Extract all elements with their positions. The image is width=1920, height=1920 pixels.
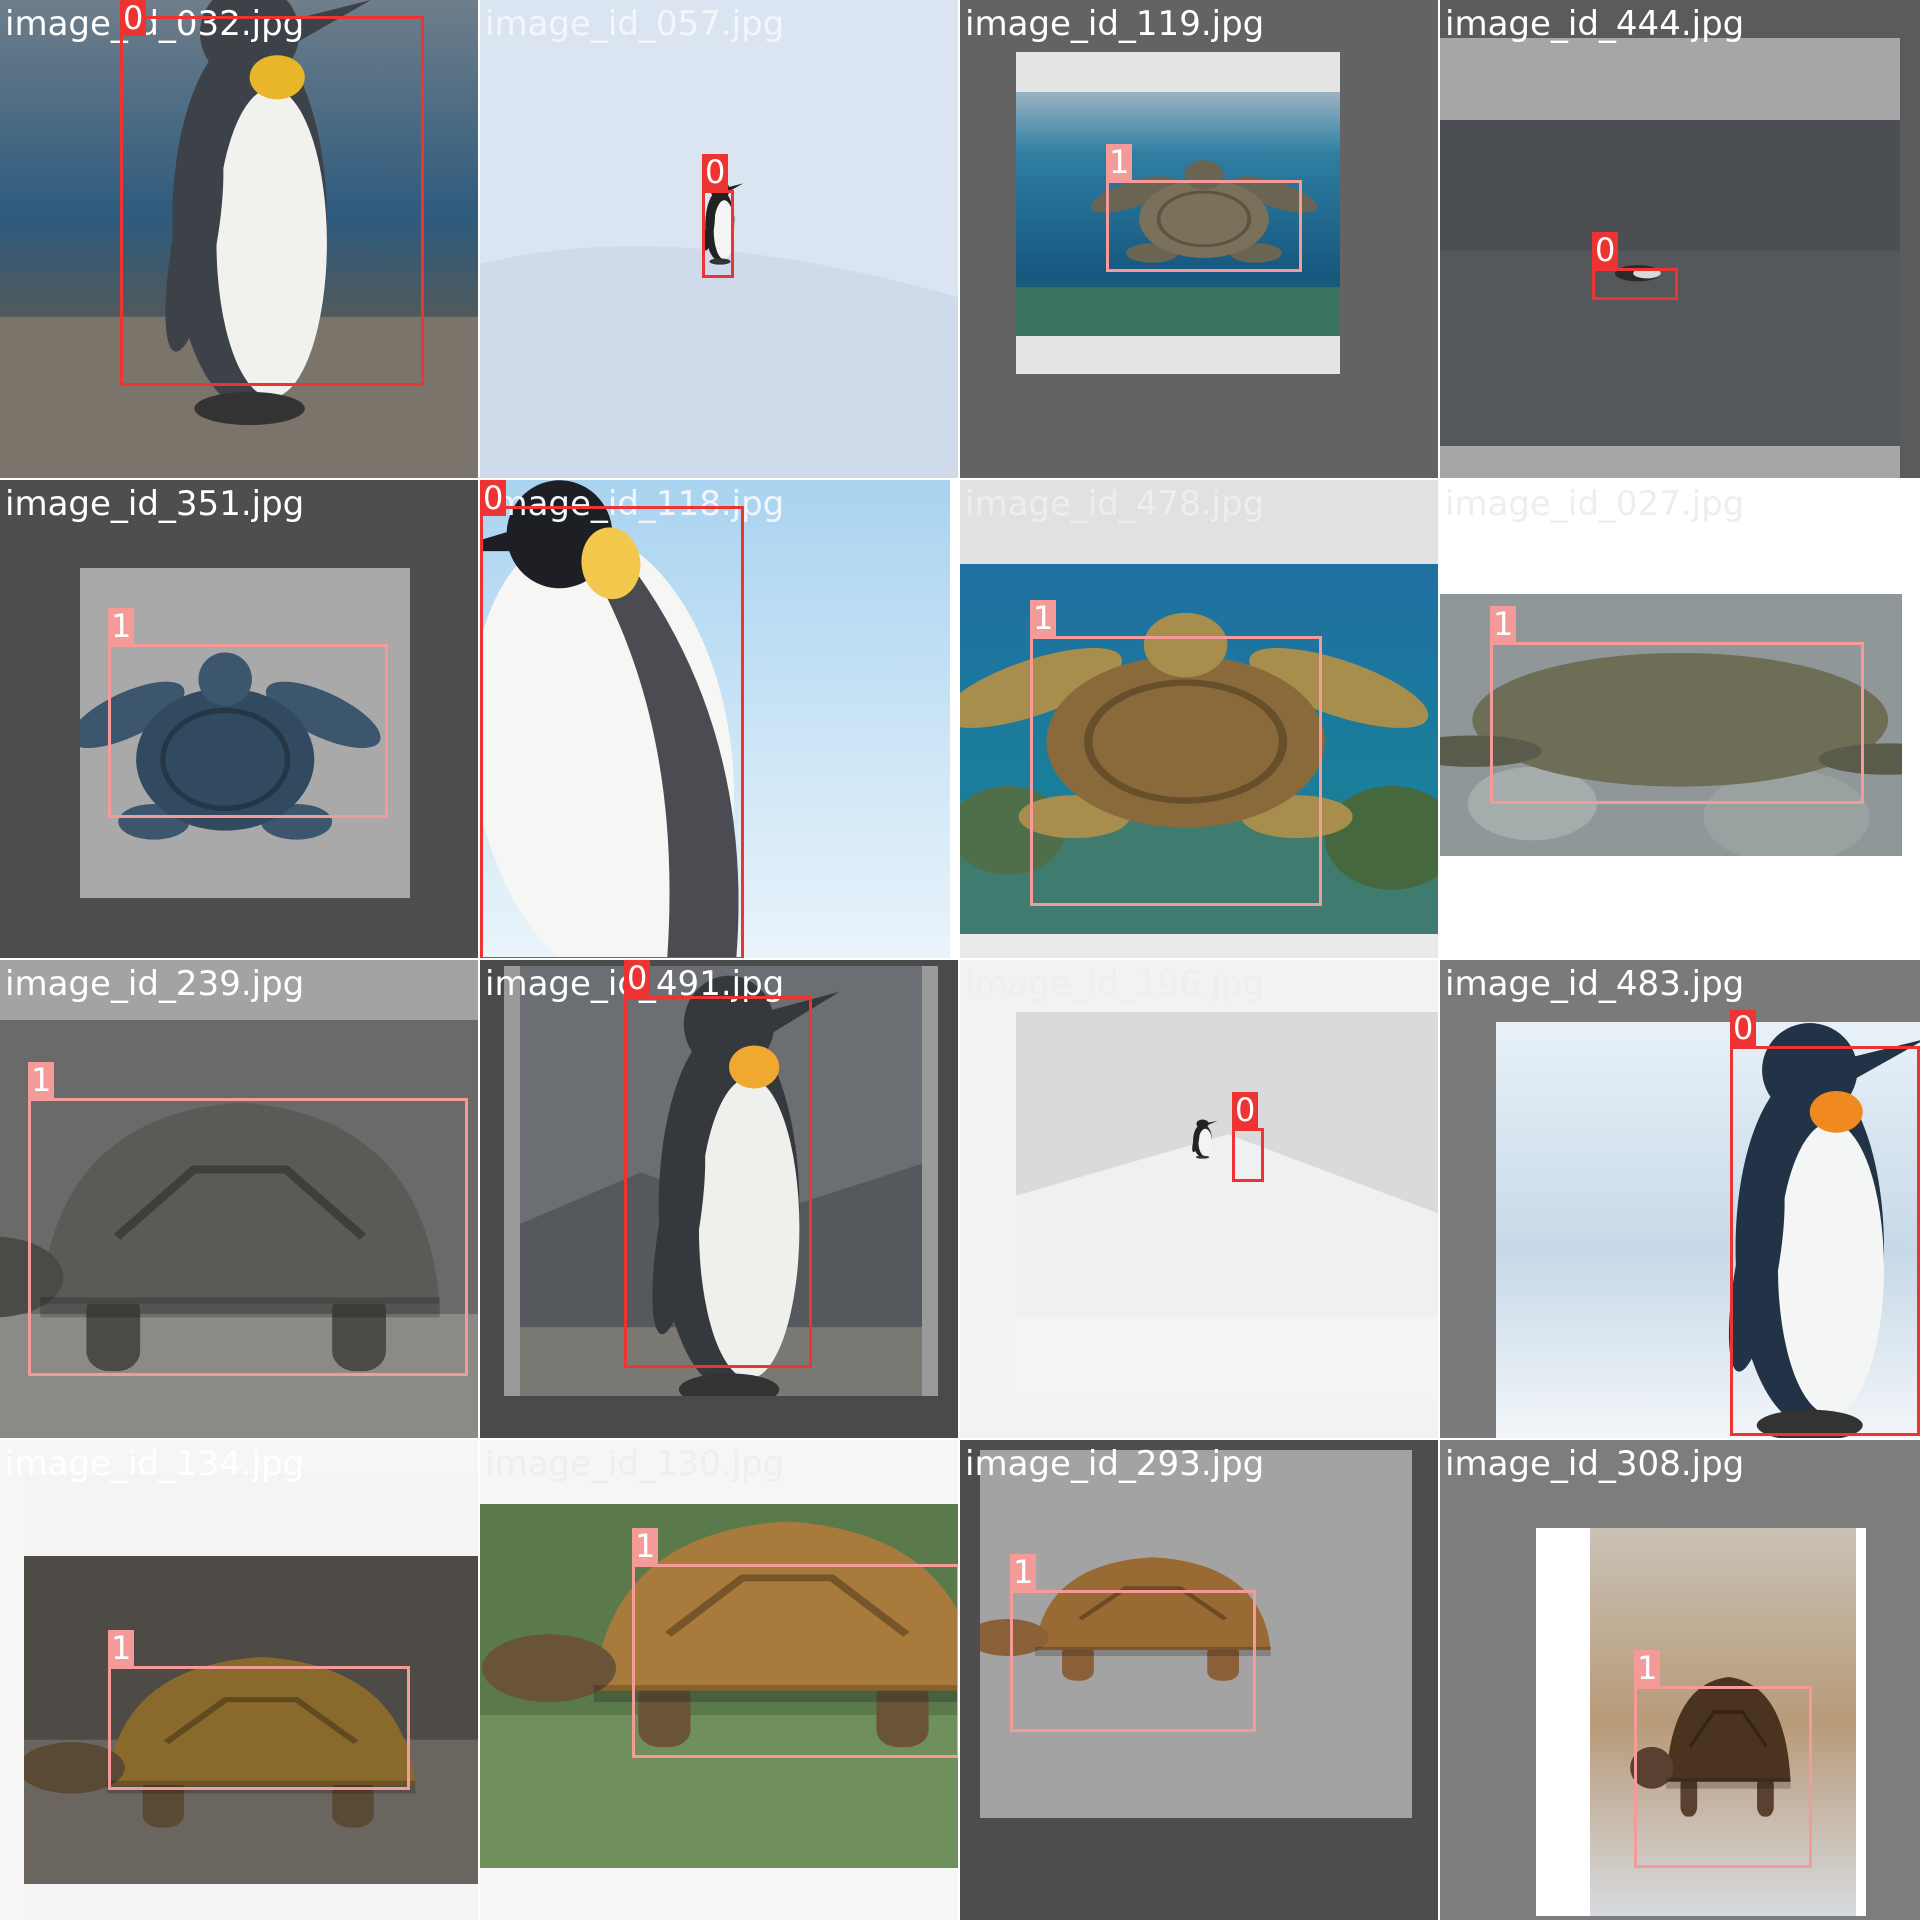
mosaic-tile: image_id_057.jpg 0 — [480, 0, 960, 480]
mosaic-tile: image_id_483.jpg 0 — [1440, 960, 1920, 1440]
detection-box-class-0 — [120, 16, 424, 386]
mosaic-tile: image_id_351.jpg 1 — [0, 480, 480, 960]
detection-class-label: 0 — [480, 480, 507, 516]
detection-box-class-0 — [1730, 1046, 1920, 1436]
detection-box-class-1 — [1010, 1590, 1256, 1732]
detection-box-class-0 — [624, 996, 812, 1368]
image-filename: image_id_483.jpg — [1445, 964, 1745, 1004]
mosaic-tile: image_id_196.jpg 0 — [960, 960, 1440, 1440]
mosaic-tile: image_id_134.jpg 1 — [0, 1440, 480, 1920]
mosaic-tile: image_id_027.jpg 1 — [1440, 480, 1920, 960]
mosaic-grid: image_id_032.jpg 0 image_id_057.jpg 0 image_… — [0, 0, 1920, 1920]
detection-box-class-1 — [28, 1098, 468, 1376]
detection-box-class-0 — [1592, 268, 1678, 300]
photo-penguin-snow-ridge — [1016, 1012, 1438, 1318]
detection-class-label: 1 — [1010, 1554, 1037, 1590]
image-filename: image_id_239.jpg — [5, 964, 305, 1004]
mosaic-tile: image_id_119.jpg 1 — [960, 0, 1440, 480]
mosaic-tile: image_id_308.jpg 1 — [1440, 1440, 1920, 1920]
letterbox-padding — [1440, 38, 1900, 120]
image-filename: image_id_351.jpg — [5, 484, 305, 524]
detection-box-class-1 — [1106, 180, 1302, 272]
detection-class-label: 1 — [1634, 1650, 1661, 1686]
detection-class-label: 0 — [624, 960, 651, 996]
detection-class-label: 0 — [1592, 232, 1619, 268]
image-filename: image_id_119.jpg — [965, 4, 1265, 44]
mosaic-tile: image_id_130.jpg 1 — [480, 1440, 960, 1920]
image-filename: image_id_308.jpg — [1445, 1444, 1745, 1484]
mosaic-tile: image_id_239.jpg 1 — [0, 960, 480, 1440]
image-filename: image_id_057.jpg — [485, 4, 785, 44]
detection-class-label: 1 — [1490, 606, 1517, 642]
detection-box-class-0 — [1232, 1128, 1264, 1182]
image-filename: image_id_293.jpg — [965, 1444, 1265, 1484]
letterbox-padding — [1902, 480, 1920, 958]
detection-box-class-1 — [632, 1564, 958, 1758]
detection-class-label: 1 — [28, 1062, 55, 1098]
detection-class-label: 1 — [1106, 144, 1133, 180]
detection-class-label: 1 — [1030, 600, 1057, 636]
detection-box-class-1 — [1634, 1686, 1812, 1868]
detection-class-label: 0 — [1730, 1010, 1757, 1046]
mosaic-tile: image_id_491.jpg0 — [480, 960, 960, 1440]
detection-class-label: 0 — [702, 154, 729, 190]
detection-class-label: 0 — [120, 0, 147, 36]
letterbox-padding — [960, 932, 1438, 958]
detection-box-class-1 — [1490, 642, 1864, 804]
image-filename: image_id_196.jpg — [965, 964, 1265, 1004]
detection-class-label: 0 — [1232, 1092, 1259, 1128]
mosaic-tile: image_id_293.jpg 1 — [960, 1440, 1440, 1920]
detection-class-label: 1 — [108, 1630, 135, 1666]
image-filename: image_id_027.jpg — [1445, 484, 1745, 524]
detection-box-class-1 — [108, 1666, 410, 1790]
image-filename: image_id_478.jpg — [965, 484, 1265, 524]
detection-box-class-0 — [480, 506, 744, 958]
detection-class-label: 1 — [108, 608, 135, 644]
detection-box-class-1 — [108, 644, 388, 818]
image-filename: image_id_130.jpg — [485, 1444, 785, 1484]
detection-class-label: 1 — [632, 1528, 659, 1564]
mosaic-tile: image_id_478.jpg 1 — [960, 480, 1440, 960]
image-filename: image_id_444.jpg — [1445, 4, 1745, 44]
mosaic-tile: image_id_444.jpg 0 — [1440, 0, 1920, 480]
letterbox-padding — [1440, 446, 1900, 478]
detection-box-class-0 — [702, 190, 734, 278]
mosaic-tile: image_id_118.jpg 0 — [480, 480, 960, 960]
image-filename: image_id_134.jpg — [5, 1444, 305, 1484]
detection-box-class-1 — [1030, 636, 1322, 906]
mosaic-tile: image_id_032.jpg 0 — [0, 0, 480, 480]
